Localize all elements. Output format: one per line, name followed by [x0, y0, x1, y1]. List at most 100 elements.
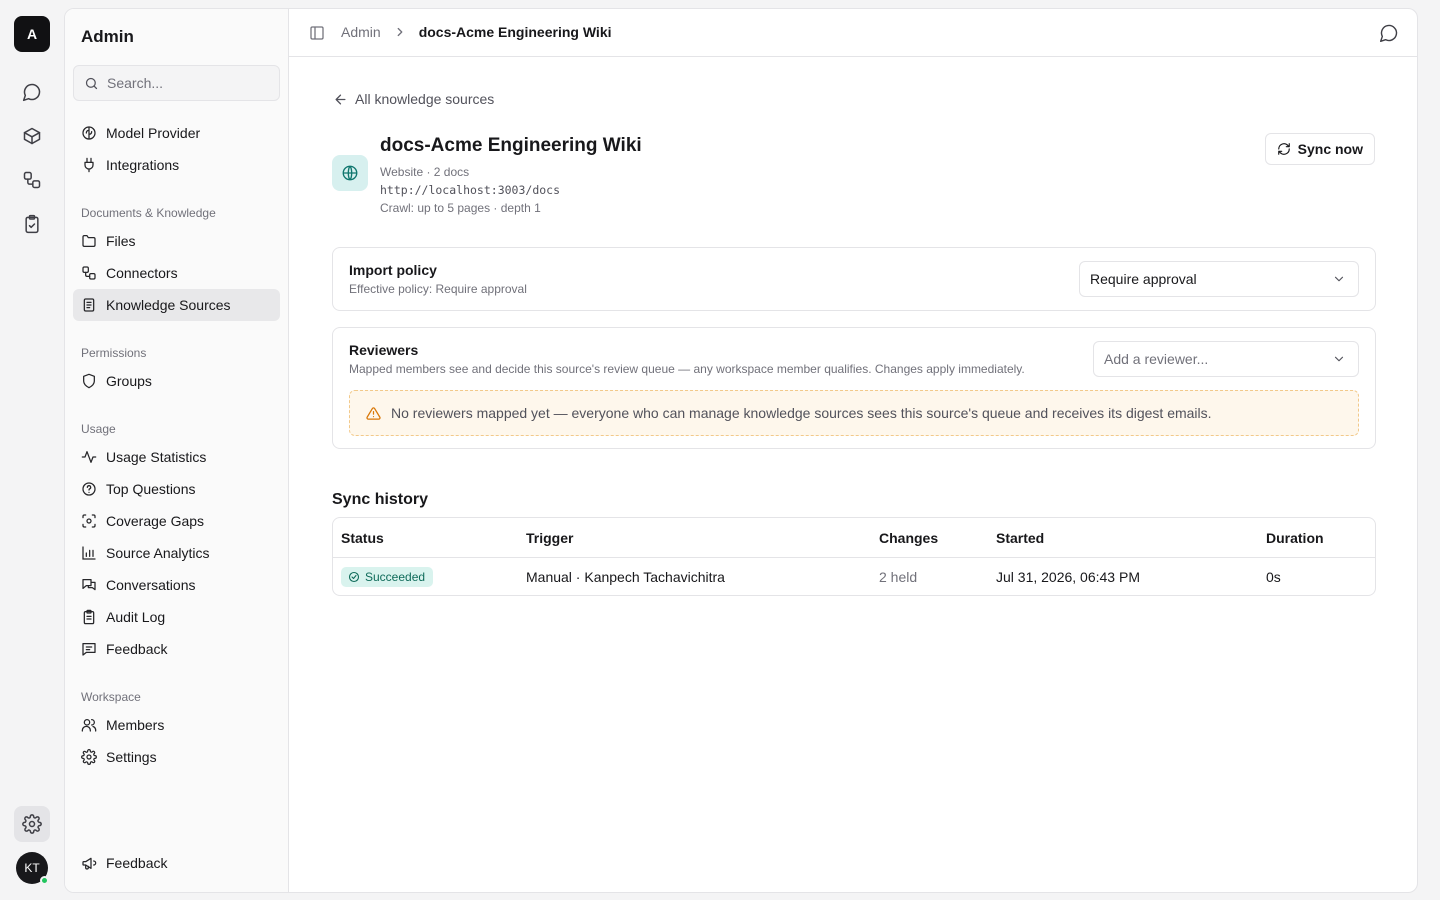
section-usage: Usage: [81, 422, 116, 436]
sidebar-item-files[interactable]: Files: [73, 225, 280, 257]
breadcrumb-admin[interactable]: Admin: [341, 24, 381, 40]
section-documents-knowledge: Documents & Knowledge: [81, 206, 216, 220]
bar-chart-icon: [81, 545, 97, 561]
activity-icon: [81, 449, 97, 465]
sidebar-item-members[interactable]: Members: [73, 709, 280, 741]
sidebar-item-conversations[interactable]: Conversations: [73, 569, 280, 601]
reviewers-card: Reviewers Mapped members see and decide …: [332, 327, 1376, 449]
status-label: Succeeded: [365, 570, 426, 584]
sync-now-button[interactable]: Sync now: [1264, 133, 1375, 165]
gear-icon: [22, 814, 42, 834]
workspace-logo[interactable]: A: [14, 16, 50, 52]
sync-history-title: Sync history: [332, 491, 429, 508]
sidebar-item-connectors[interactable]: Connectors: [73, 257, 280, 289]
sidebar-item-label: Coverage Gaps: [106, 513, 205, 529]
sidebar-item-audit-log[interactable]: Audit Log: [73, 601, 280, 633]
main-content: All knowledge sources docs-Acme Engineer…: [289, 57, 1417, 892]
chat-icon: [22, 83, 41, 102]
tasks-nav-button[interactable]: [14, 206, 50, 242]
table-row[interactable]: Succeeded Manual · Kanpech Tachavichitra…: [333, 558, 1375, 595]
message-square-icon: [81, 641, 97, 657]
warning-text: No reviewers mapped yet — everyone who c…: [391, 405, 1212, 421]
source-title: docs-Acme Engineering Wiki: [380, 135, 642, 156]
plug-icon: [81, 157, 97, 173]
main-frame: Admin Model Provider Integrations Docume…: [64, 8, 1418, 893]
user-avatar[interactable]: KT: [16, 852, 49, 885]
sidebar-item-label: Settings: [106, 749, 157, 765]
import-policy-value: Require approval: [1090, 271, 1197, 287]
changes-cell: 2 held: [879, 569, 918, 585]
sidebar-search[interactable]: [73, 65, 280, 101]
sidebar-item-model-provider[interactable]: Model Provider: [73, 117, 280, 149]
sidebar-item-groups[interactable]: Groups: [73, 365, 280, 397]
import-policy-card: Import policy Effective policy: Require …: [332, 247, 1376, 311]
source-meta: Website · 2 docs http://localhost:3003/d…: [380, 163, 560, 217]
shield-icon: [81, 373, 97, 389]
folder-icon: [81, 233, 97, 249]
sidebar-item-integrations[interactable]: Integrations: [73, 149, 280, 181]
sidebar-item-knowledge-sources[interactable]: Knowledge Sources: [73, 289, 280, 321]
message-circle-icon: [1379, 24, 1398, 43]
search-input[interactable]: [107, 75, 267, 91]
sidebar-item-label: Conversations: [106, 577, 196, 593]
top-header: Admin docs-Acme Engineering Wiki: [289, 9, 1417, 57]
sidebar-item-coverage-gaps[interactable]: Coverage Gaps: [73, 505, 280, 537]
section-permissions: Permissions: [81, 346, 147, 360]
sidebar-item-label: Groups: [106, 373, 152, 389]
import-policy-select[interactable]: Require approval: [1079, 261, 1359, 297]
avatar-initials: KT: [24, 861, 40, 875]
sidebar-item-label: Audit Log: [106, 609, 166, 625]
arrow-left-icon: [335, 94, 346, 104]
book-icon: [81, 297, 97, 313]
scan-icon: [81, 513, 97, 529]
import-policy-subtitle: Effective policy: Require approval: [349, 282, 527, 296]
add-reviewer-placeholder: Add a reviewer...: [1104, 351, 1209, 367]
sync-now-label: Sync now: [1297, 141, 1363, 157]
gear-icon: [81, 749, 97, 765]
import-policy-title: Import policy: [349, 262, 437, 278]
chat-button[interactable]: [1379, 23, 1399, 43]
box-nav-button[interactable]: [14, 118, 50, 154]
admin-sidebar: Admin Model Provider Integrations Docume…: [65, 9, 289, 892]
sync-history-table: Status Trigger Changes Started Duration …: [332, 517, 1376, 596]
no-reviewers-warning: No reviewers mapped yet — everyone who c…: [349, 390, 1359, 436]
reviewers-subtitle: Mapped members see and decide this sourc…: [349, 362, 1025, 376]
workflow-nav-button[interactable]: [14, 162, 50, 198]
clipboard-check-icon: [25, 214, 39, 234]
clipboard-icon: [81, 609, 97, 625]
add-reviewer-select[interactable]: Add a reviewer...: [1093, 341, 1359, 377]
sidebar-toggle-button[interactable]: [309, 25, 325, 41]
col-trigger: Trigger: [526, 529, 574, 546]
settings-nav-button[interactable]: [14, 806, 50, 842]
chat-nav-button[interactable]: [14, 74, 50, 110]
connector-icon: [81, 265, 97, 281]
sidebar-item-label: Top Questions: [106, 481, 196, 497]
app-rail: A KT: [0, 0, 64, 900]
chevron-down-icon: [1334, 356, 1344, 362]
duration-cell: 0s: [1266, 569, 1281, 585]
sidebar-footer-feedback[interactable]: Feedback: [73, 847, 280, 879]
breadcrumb: Admin docs-Acme Engineering Wiki: [341, 24, 612, 40]
sidebar-item-top-questions[interactable]: Top Questions: [73, 473, 280, 505]
status-cell: Succeeded: [341, 558, 434, 595]
panel-left-icon: [310, 26, 324, 40]
sidebar-item-label: Model Provider: [106, 125, 201, 141]
sidebar-item-settings[interactable]: Settings: [73, 741, 280, 773]
started-cell: Jul 31, 2026, 06:43 PM: [996, 569, 1140, 585]
sidebar-item-usage-statistics[interactable]: Usage Statistics: [73, 441, 280, 473]
trigger-cell: Manual · Kanpech Tachavichitra: [526, 569, 725, 585]
crawl-settings: Crawl: up to 5 pages · depth 1: [380, 201, 541, 215]
status-badge: Succeeded: [341, 567, 434, 587]
messages-icon: [81, 577, 97, 593]
sidebar-item-feedback[interactable]: Feedback: [73, 633, 280, 665]
sidebar-item-source-analytics[interactable]: Source Analytics: [73, 537, 280, 569]
back-link-label: All knowledge sources: [355, 91, 495, 107]
back-link[interactable]: All knowledge sources: [333, 91, 494, 107]
workflow-icon: [23, 171, 41, 189]
check-circle-icon: [348, 571, 360, 583]
sidebar-item-label: Connectors: [106, 265, 178, 281]
sidebar-item-label: Feedback: [106, 855, 168, 871]
chevron-right-icon: [393, 25, 407, 39]
sidebar-item-label: Files: [106, 233, 136, 249]
col-duration: Duration: [1266, 529, 1324, 546]
